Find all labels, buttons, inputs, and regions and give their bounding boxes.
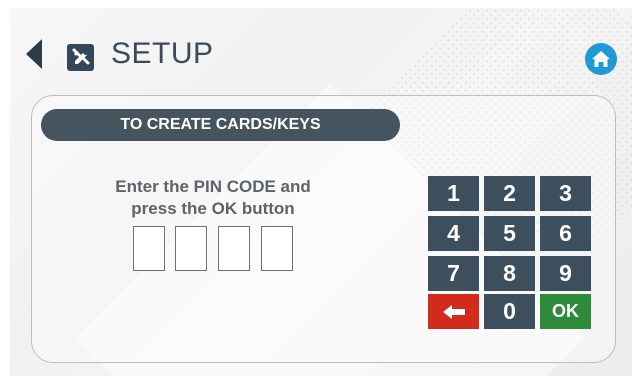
pin-digit-4[interactable] bbox=[261, 226, 293, 271]
key-0[interactable]: 0 bbox=[484, 294, 535, 329]
key-8[interactable]: 8 bbox=[484, 256, 535, 291]
key-7[interactable]: 7 bbox=[428, 256, 479, 291]
back-triangle-icon[interactable] bbox=[26, 39, 42, 69]
section-banner: TO CREATE CARDS/KEYS bbox=[41, 109, 400, 141]
pin-instruction: Enter the PIN CODE and press the OK butt… bbox=[96, 176, 330, 220]
tools-icon bbox=[67, 44, 94, 71]
key-6[interactable]: 6 bbox=[540, 216, 591, 251]
pin-digit-2[interactable] bbox=[175, 226, 207, 271]
key-4[interactable]: 4 bbox=[428, 216, 479, 251]
page-title: SETUP bbox=[111, 37, 214, 70]
key-3[interactable]: 3 bbox=[540, 176, 591, 211]
key-2[interactable]: 2 bbox=[484, 176, 535, 211]
key-1[interactable]: 1 bbox=[428, 176, 479, 211]
instruction-line-2: press the OK button bbox=[131, 199, 295, 218]
pin-digit-1[interactable] bbox=[133, 226, 165, 271]
key-9[interactable]: 9 bbox=[540, 256, 591, 291]
home-icon[interactable] bbox=[585, 43, 617, 75]
backspace-arrow-icon bbox=[442, 304, 465, 319]
pin-digit-3[interactable] bbox=[218, 226, 250, 271]
ok-button[interactable]: OK bbox=[540, 294, 591, 329]
key-5[interactable]: 5 bbox=[484, 216, 535, 251]
instruction-line-1: Enter the PIN CODE and bbox=[115, 177, 311, 196]
delete-key[interactable] bbox=[428, 294, 479, 329]
